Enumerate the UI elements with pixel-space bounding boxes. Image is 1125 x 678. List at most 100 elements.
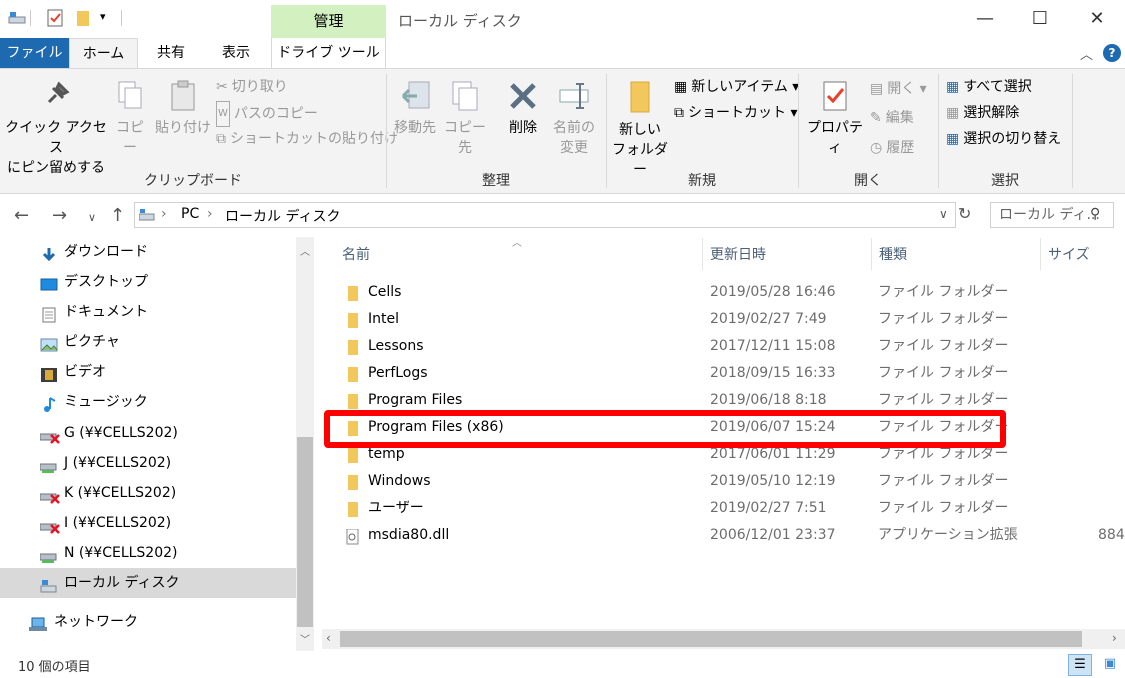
nav-item[interactable]: ミュージック (0, 387, 296, 417)
tab-share[interactable]: 共有 (140, 38, 202, 68)
file-date: 2019/05/10 12:19 (710, 473, 836, 489)
file-type: ファイル フォルダー (878, 338, 1009, 354)
minimize-button[interactable]: — (957, 0, 1013, 38)
desktop-icon (40, 274, 58, 291)
file-row[interactable]: PerfLogs 2018/09/15 16:33 ファイル フォルダー (340, 360, 1125, 387)
window-title: ローカル ディスク (398, 12, 522, 30)
copy-to-button[interactable]: コピー先 (440, 80, 490, 158)
column-header-date[interactable]: 更新日時 (710, 244, 766, 264)
close-button[interactable]: ✕ (1069, 0, 1125, 38)
paste-shortcut-button[interactable]: ⧉ ショートカットの貼り付け (216, 127, 398, 151)
delete-button[interactable]: 削除 (500, 80, 546, 138)
tab-view[interactable]: 表示 (205, 38, 267, 68)
maximize-button[interactable]: ☐ (1012, 0, 1068, 38)
collapse-ribbon-icon[interactable]: ︿ (1080, 44, 1093, 63)
file-row[interactable]: ユーザー 2019/02/27 7:51 ファイル フォルダー (340, 495, 1125, 522)
file-row[interactable]: Cells 2019/05/28 16:46 ファイル フォルダー (340, 279, 1125, 306)
tab-drive-tools[interactable]: ドライブ ツール (271, 38, 386, 68)
manage-context-tab[interactable]: 管理 (271, 5, 386, 38)
nav-scroll-thumb[interactable] (297, 437, 313, 627)
divider[interactable] (871, 238, 872, 270)
nav-item[interactable]: ピクチャ (0, 327, 296, 357)
paste-button[interactable]: 貼り付け (154, 80, 212, 138)
forward-arrow-icon[interactable]: → (52, 205, 67, 226)
easy-access-button[interactable]: ⧉ ショートカット ▾ (674, 101, 797, 125)
folder-icon (346, 474, 360, 490)
nav-item[interactable]: N (¥¥CELLS202) (0, 538, 296, 568)
divider (30, 10, 31, 26)
copy-path-button[interactable]: W パスのコピー (216, 101, 318, 127)
tab-file[interactable]: ファイル (0, 38, 69, 68)
local-disk-icon (40, 575, 58, 593)
nav-scrollbar[interactable]: ︿ ﹀ (296, 237, 314, 651)
file-row[interactable]: Windows 2019/05/10 12:19 ファイル フォルダー (340, 468, 1125, 495)
file-row[interactable]: msdia80.dll 2006/12/01 23:37 アプリケーション拡張 884 (340, 522, 1125, 549)
nav-item[interactable]: I (¥¥CELLS202) (0, 508, 296, 538)
column-header-size[interactable]: サイズ (1048, 244, 1090, 264)
edit-label: 編集 (885, 110, 914, 126)
up-arrow-icon[interactable]: ↑ (110, 205, 125, 226)
scroll-down-icon[interactable]: ﹀ (300, 631, 310, 646)
details-view-icon[interactable]: ☰ (1068, 654, 1092, 676)
new-folder-button[interactable]: 新しい フォルダー (610, 80, 670, 180)
cut-button[interactable]: ✂ 切り取り (216, 75, 288, 99)
breadcrumb-pc[interactable]: PC (181, 206, 199, 222)
scroll-up-icon[interactable]: ︿ (300, 243, 310, 258)
move-to-button[interactable]: 移動先 (390, 80, 440, 138)
copy-button[interactable]: コピー (110, 80, 150, 158)
edit-icon: ✎ (870, 110, 882, 126)
edit-button[interactable]: ✎ 編集 (870, 106, 914, 130)
divider[interactable] (702, 238, 703, 270)
new-item-button[interactable]: ▦ 新しいアイテム ▾ (674, 75, 799, 99)
history-button[interactable]: ◷ 履歴 (870, 136, 914, 160)
file-row[interactable]: Lessons 2017/12/11 15:08 ファイル フォルダー (340, 333, 1125, 360)
nav-item[interactable]: デスクトップ (0, 267, 296, 297)
column-header-name[interactable]: 名前 (342, 244, 370, 264)
rename-button[interactable]: 名前の 変更 (548, 80, 600, 158)
file-row[interactable]: Intel 2019/02/27 7:49 ファイル フォルダー (340, 306, 1125, 333)
recent-locations-chevron-icon[interactable]: ∨ (88, 211, 96, 224)
nav-item[interactable]: K (¥¥CELLS202) (0, 478, 296, 508)
address-dropdown-chevron-icon[interactable]: ∨ (939, 207, 948, 221)
folder-icon (630, 81, 650, 113)
status-bar (0, 651, 1125, 678)
properties-icon[interactable] (46, 9, 64, 27)
pin-to-quick-access-button[interactable]: クイック アクセス にピン留めする (4, 80, 108, 178)
group-label-clipboard: クリップボード (144, 173, 242, 189)
new-folder-icon[interactable] (74, 9, 92, 27)
rename-icon (559, 83, 589, 109)
scroll-left-icon[interactable]: ‹ (326, 631, 331, 645)
nav-item[interactable]: ダウンロード (0, 237, 296, 267)
large-icons-view-icon[interactable]: ▣ (1098, 654, 1122, 676)
nav-item[interactable]: ビデオ (0, 357, 296, 387)
cut-label: 切り取り (231, 79, 288, 95)
drive-icon[interactable] (8, 9, 26, 27)
open-button[interactable]: ▤ 開く ▾ (870, 77, 927, 101)
nav-item[interactable]: ローカル ディスク (0, 568, 296, 598)
nav-item-label: ダウンロード (64, 244, 148, 260)
horizontal-scroll-thumb[interactable] (340, 631, 1082, 647)
file-date: 2019/02/27 7:51 (710, 500, 827, 516)
customize-quick-access-icon[interactable]: ▾ (100, 10, 106, 23)
select-all-button[interactable]: ▦ すべて選択 (946, 75, 1032, 99)
nav-item[interactable]: G (¥¥CELLS202) (0, 418, 296, 448)
search-icon[interactable]: ⚲ (1090, 206, 1100, 222)
select-none-button[interactable]: ▦ 選択解除 (946, 101, 1019, 125)
back-arrow-icon[interactable]: ← (14, 205, 29, 226)
scroll-right-icon[interactable]: › (1112, 631, 1117, 645)
delete-label: 削除 (509, 120, 537, 136)
nav-item[interactable]: ネットワーク (0, 607, 296, 637)
properties-button[interactable]: プロパティ (804, 80, 866, 158)
refresh-icon[interactable]: ↻ (958, 204, 971, 223)
pin-label-line1: クイック アクセス (5, 120, 107, 156)
tab-home[interactable]: ホーム (69, 38, 138, 69)
divider[interactable] (1040, 238, 1041, 270)
help-icon[interactable]: ? (1103, 44, 1121, 62)
breadcrumb-local-disk[interactable]: ローカル ディスク (225, 206, 340, 226)
address-bar[interactable]: › PC › ローカル ディスク ∨ (134, 202, 956, 228)
nav-item[interactable]: J (¥¥CELLS202) (0, 448, 296, 478)
horizontal-scrollbar[interactable]: ‹ › (322, 629, 1125, 649)
invert-selection-button[interactable]: ▦ 選択の切り替え (946, 127, 1061, 151)
nav-item[interactable]: ドキュメント (0, 297, 296, 327)
column-header-type[interactable]: 種類 (879, 244, 907, 264)
